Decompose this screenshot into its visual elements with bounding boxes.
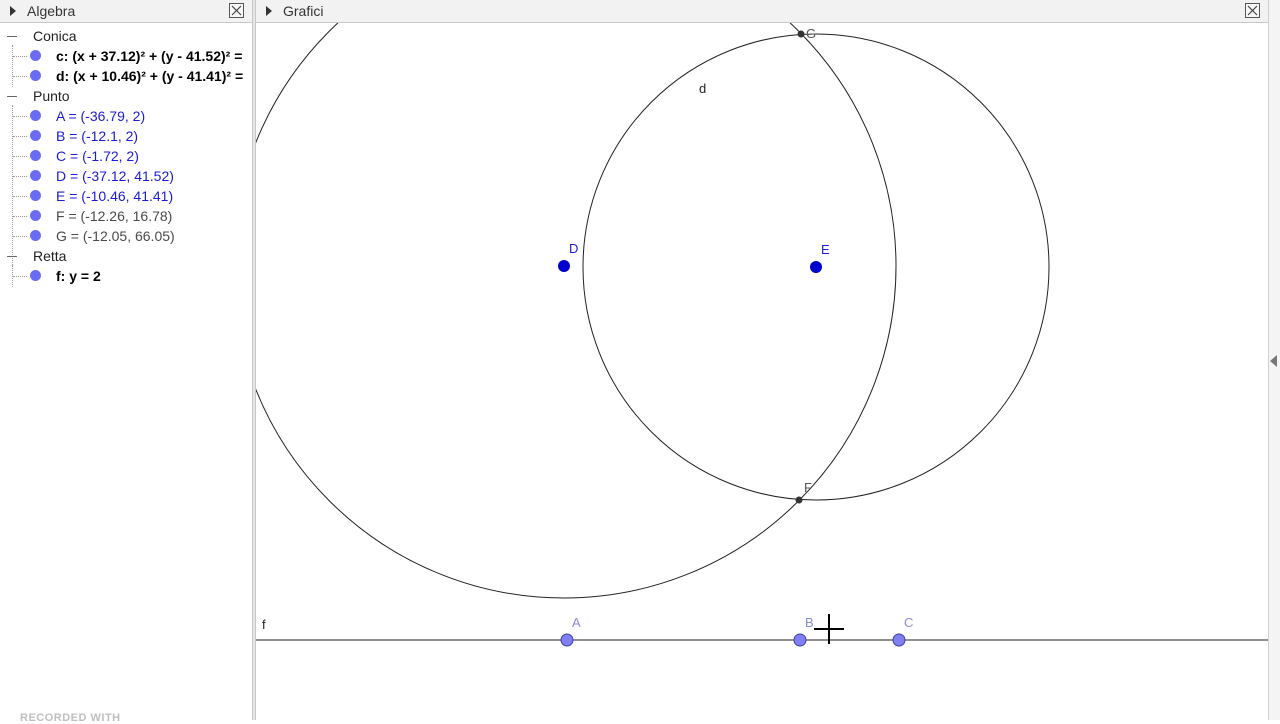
visibility-dot-icon[interactable] [30, 110, 41, 121]
tree-line [13, 176, 27, 177]
point-a-label: A [572, 615, 581, 630]
algebra-row-text: c: (x + 37.12)² + (y - 41.52)² = [56, 48, 243, 64]
algebra-panel-header: Algebra [0, 0, 252, 23]
graphics-panel-header: Grafici [256, 0, 1268, 23]
visibility-dot-icon[interactable] [30, 210, 41, 221]
circle-c[interactable] [256, 23, 897, 599]
algebra-row-a[interactable]: A = (-36.79, 2) [28, 106, 252, 126]
expand-triangle-icon[interactable] [266, 6, 272, 16]
line-f-label: f [262, 617, 266, 632]
algebra-row-g[interactable]: G = (-12.05, 66.05) [28, 226, 252, 246]
collapse-minus-icon[interactable] [7, 256, 17, 257]
visibility-dot-icon[interactable] [30, 130, 41, 141]
algebra-row-text: f: y = 2 [56, 268, 101, 284]
point-d-label: D [569, 241, 578, 256]
tree-line [13, 156, 27, 157]
point-d[interactable] [558, 260, 570, 272]
algebra-row-b[interactable]: B = (-12.1, 2) [28, 126, 252, 146]
visibility-dot-icon[interactable] [30, 270, 41, 281]
point-e-label: E [821, 242, 830, 257]
algebra-row-c[interactable]: c: (x + 37.12)² + (y - 41.52)² = [28, 46, 252, 66]
algebra-row-text: A = (-36.79, 2) [56, 108, 146, 124]
algebra-row-text: F = (-12.26, 16.78) [56, 208, 173, 224]
tree-line [13, 56, 27, 57]
point-g-label: G [806, 26, 816, 41]
graphics-view[interactable]: d f D E F G A B C [256, 23, 1268, 720]
collapse-minus-icon[interactable] [7, 36, 17, 37]
tree-line [13, 236, 27, 237]
algebra-row-text: D = (-37.12, 41.52) [56, 168, 174, 184]
point-b[interactable] [793, 633, 807, 647]
visibility-dot-icon[interactable] [30, 50, 41, 61]
collapse-arrow-icon[interactable] [1270, 355, 1277, 367]
point-c-label: C [904, 615, 913, 630]
tree-line [13, 136, 27, 137]
algebra-row-text: G = (-12.05, 66.05) [56, 228, 175, 244]
graphics-panel-title: Grafici [283, 3, 324, 19]
category-retta[interactable]: Retta [33, 248, 66, 264]
algebra-row-f[interactable]: F = (-12.26, 16.78) [28, 206, 252, 226]
point-g[interactable] [797, 30, 805, 38]
algebra-row-d[interactable]: d: (x + 10.46)² + (y - 41.41)² = [28, 66, 252, 86]
point-f[interactable] [795, 496, 803, 504]
recorder-watermark: RECORDED WITH [20, 712, 121, 724]
point-f-label: F [804, 480, 812, 495]
tree-line [13, 276, 27, 277]
point-b-label: B [805, 615, 814, 630]
point-c[interactable] [892, 633, 906, 647]
expand-triangle-icon[interactable] [10, 6, 16, 16]
tree-line [13, 196, 27, 197]
algebra-row-d-point[interactable]: D = (-37.12, 41.52) [28, 166, 252, 186]
tree-line [12, 105, 13, 267]
visibility-dot-icon[interactable] [30, 70, 41, 81]
category-conica[interactable]: Conica [33, 28, 77, 44]
point-e[interactable] [810, 261, 822, 273]
collapse-minus-icon[interactable] [7, 96, 17, 97]
algebra-row-text: C = (-1.72, 2) [56, 148, 139, 164]
algebra-row-text: E = (-10.46, 41.41) [56, 188, 174, 204]
algebra-row-e[interactable]: E = (-10.46, 41.41) [28, 186, 252, 206]
category-punto[interactable]: Punto [33, 88, 70, 104]
tree-line [13, 76, 27, 77]
visibility-dot-icon[interactable] [30, 150, 41, 161]
close-icon[interactable] [229, 3, 244, 18]
algebra-panel-title: Algebra [27, 3, 76, 19]
algebra-row-c-point[interactable]: C = (-1.72, 2) [28, 146, 252, 166]
algebra-row-f-line[interactable]: f: y = 2 [28, 266, 252, 286]
tree-line [13, 116, 27, 117]
algebra-row-text: d: (x + 10.46)² + (y - 41.41)² = [56, 68, 244, 84]
tree-line [13, 216, 27, 217]
algebra-view: Conica c: (x + 37.12)² + (y - 41.52)² = … [0, 23, 252, 720]
tree-line [12, 45, 13, 87]
algebra-row-text: B = (-12.1, 2) [56, 128, 139, 144]
close-icon[interactable] [1245, 3, 1260, 18]
circle-d-label: d [699, 81, 706, 96]
point-a[interactable] [560, 633, 574, 647]
visibility-dot-icon[interactable] [30, 230, 41, 241]
visibility-dot-icon[interactable] [30, 190, 41, 201]
visibility-dot-icon[interactable] [30, 170, 41, 181]
